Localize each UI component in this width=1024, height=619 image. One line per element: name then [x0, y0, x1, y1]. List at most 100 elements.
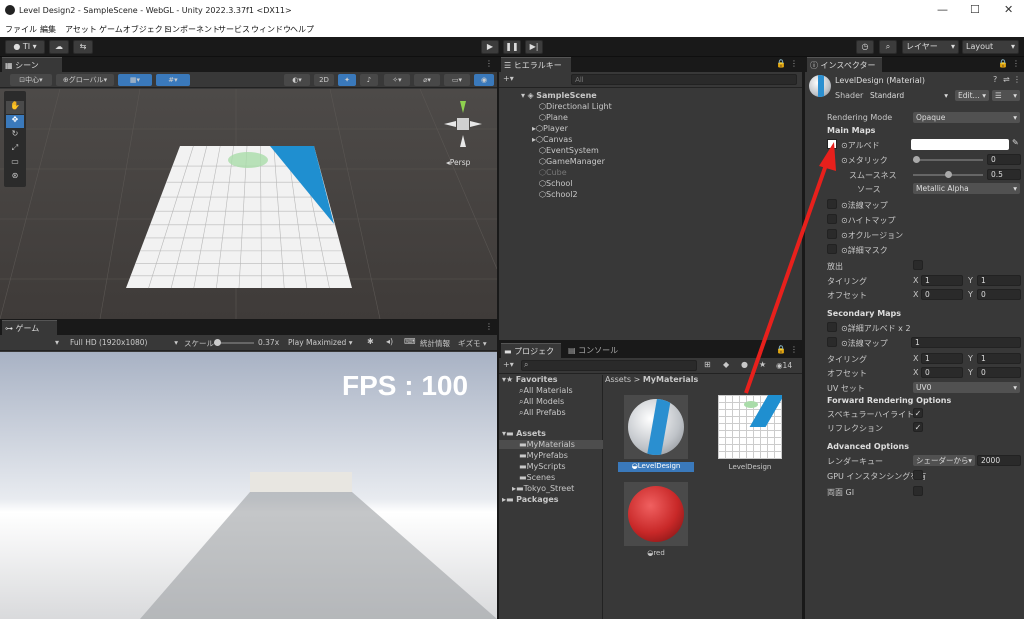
- metallic-value-field[interactable]: 0: [987, 154, 1021, 165]
- hierarchy-item-school[interactable]: ⬡School: [539, 179, 573, 188]
- render-queue-dropdown[interactable]: シェーダーから: [913, 455, 975, 466]
- hierarchy-item-plane[interactable]: ⬡Plane: [539, 113, 568, 122]
- camera-dropdown[interactable]: ▭▾: [444, 74, 470, 86]
- albedo-color-field[interactable]: [911, 139, 1009, 150]
- pivot-dropdown[interactable]: ⊡中心▾: [10, 74, 52, 86]
- menu-assets[interactable]: アセット: [65, 24, 97, 35]
- offset-x-field[interactable]: 0: [921, 289, 963, 300]
- asset-tile-texture[interactable]: LevelDesign: [713, 395, 793, 473]
- hierarchy-item-cube[interactable]: ⬡Cube: [539, 168, 567, 177]
- hierarchy-item-school2[interactable]: ⬡School2: [539, 190, 578, 199]
- create-button[interactable]: +▾: [503, 74, 514, 83]
- specular-checkbox[interactable]: ✓: [913, 408, 923, 418]
- detail-mask-slot[interactable]: [827, 244, 837, 254]
- maximize-button[interactable]: ☐: [970, 3, 980, 16]
- hierarchy-scene-row[interactable]: ▾ ◈ SampleScene: [521, 91, 597, 100]
- hierarchy-item-gamemanager[interactable]: ⬡GameManager: [539, 157, 605, 166]
- lighting-toggle[interactable]: ✦: [338, 74, 356, 86]
- lock-icon[interactable]: 🔒: [776, 345, 786, 354]
- play-button[interactable]: ▶: [481, 40, 499, 54]
- hierarchy-item-directional-light[interactable]: ⬡Directional Light: [539, 102, 612, 111]
- hand-tool-icon[interactable]: ✋: [6, 101, 24, 114]
- persp-label[interactable]: ◂Persp: [446, 158, 470, 167]
- detail-mask-label[interactable]: ⊙詳細マスク: [841, 245, 888, 256]
- warning-icon[interactable]: ●: [741, 360, 748, 369]
- menu-gameobject[interactable]: ゲームオブジェクト: [99, 24, 171, 35]
- metallic-label[interactable]: ⊙メタリック: [841, 155, 888, 166]
- project-search-input[interactable]: [521, 360, 697, 371]
- edit-shader-button[interactable]: Edit...: [955, 90, 989, 101]
- assets-header[interactable]: ▾▬ Assets: [502, 429, 546, 438]
- hierarchy-item-player[interactable]: ▸⬡Player: [532, 124, 568, 133]
- sec-tiling-y-field[interactable]: 1: [977, 353, 1021, 364]
- folder-item[interactable]: ▬Scenes: [519, 473, 555, 482]
- move-tool-icon[interactable]: ✥: [6, 115, 24, 128]
- scene-viewport[interactable]: ◂Persp: [0, 89, 497, 319]
- smoothness-label[interactable]: スムースネス: [849, 170, 897, 181]
- scale-slider-knob[interactable]: [214, 339, 221, 346]
- shortcut-icon[interactable]: ⌨: [404, 337, 416, 346]
- display-dropdown-arrow[interactable]: ▾: [55, 338, 59, 347]
- eyedropper-icon[interactable]: ✎: [1012, 138, 1019, 147]
- history-button[interactable]: ◷: [856, 40, 874, 54]
- scale-tool-icon[interactable]: ⤢: [6, 143, 24, 156]
- double-gi-checkbox[interactable]: [913, 486, 923, 496]
- pause-button[interactable]: ❚❚: [503, 40, 521, 54]
- asset-tile-material-sphere[interactable]: ◒LevelDesign: [618, 395, 699, 473]
- toggle-2d-button[interactable]: 2D: [314, 74, 334, 86]
- effects-dropdown[interactable]: ✧▾: [384, 74, 410, 86]
- minimize-button[interactable]: —: [937, 3, 948, 16]
- search-button[interactable]: ⌕: [879, 40, 897, 54]
- shader-menu-button[interactable]: ☰: [992, 90, 1020, 101]
- game-menu-icon[interactable]: ⋮: [485, 322, 493, 331]
- settings-icon[interactable]: ⇌: [1003, 75, 1010, 84]
- menu-edit[interactable]: 編集: [40, 24, 56, 35]
- reflections-checkbox[interactable]: ✓: [913, 422, 923, 432]
- sec-offset-y-field[interactable]: 0: [977, 367, 1021, 378]
- hidden-toggle[interactable]: ⌀▾: [414, 74, 440, 86]
- audio-toggle[interactable]: ♪: [360, 74, 378, 86]
- hierarchy-menu-icon[interactable]: ⋮: [790, 59, 798, 68]
- menu-window[interactable]: ウィンドウ: [251, 24, 291, 35]
- render-queue-field[interactable]: 2000: [977, 455, 1021, 466]
- scene-gizmo[interactable]: ◂Persp: [436, 99, 490, 169]
- filter-label-icon[interactable]: ◆: [723, 360, 729, 369]
- tiling-y-field[interactable]: 1: [977, 275, 1021, 286]
- packages-header[interactable]: ▸▬ Packages: [502, 495, 559, 504]
- folder-item-selected[interactable]: ▬MyMaterials: [499, 440, 603, 449]
- offset-y-field[interactable]: 0: [977, 289, 1021, 300]
- favorites-item[interactable]: ⌕All Materials: [519, 386, 573, 396]
- favorites-item[interactable]: ⌕All Prefabs: [519, 408, 566, 418]
- close-button[interactable]: ✕: [1004, 3, 1013, 16]
- stats-button[interactable]: 統計情報: [420, 338, 450, 349]
- mute-audio-icon[interactable]: ◂): [386, 337, 393, 346]
- tab-inspector[interactable]: ⓘ インスペクター: [807, 57, 882, 72]
- detail-albedo-slot[interactable]: [827, 322, 837, 332]
- transform-tool-icon[interactable]: ⊛: [6, 171, 24, 184]
- tab-game[interactable]: ⊶ ゲーム: [2, 320, 57, 335]
- play-mode-dropdown[interactable]: Play Maximized ▾: [288, 338, 352, 347]
- shader-dropdown[interactable]: Standard: [867, 90, 951, 101]
- albedo-texture-slot[interactable]: [827, 139, 837, 149]
- layers-dropdown[interactable]: レイヤー ▾: [902, 40, 959, 54]
- smoothness-slider[interactable]: [913, 171, 983, 178]
- help-icon[interactable]: ?: [993, 75, 997, 84]
- emission-checkbox[interactable]: [913, 260, 923, 270]
- normal-map-slot[interactable]: [827, 199, 837, 209]
- tab-console[interactable]: ▤ コンソール: [565, 343, 625, 358]
- favorites-item[interactable]: ⌕All Models: [519, 397, 564, 407]
- detail-albedo-label[interactable]: ⊙詳細アルベド x 2: [841, 323, 911, 334]
- project-menu-icon[interactable]: ⋮: [790, 345, 798, 354]
- folder-item[interactable]: ▸▬Tokyo_Street: [512, 484, 574, 493]
- sec-offset-x-field[interactable]: 0: [921, 367, 963, 378]
- menu-component[interactable]: コンポーネント: [164, 24, 220, 35]
- tab-scene[interactable]: ▦ シーン: [2, 57, 62, 72]
- more-icon[interactable]: ⋮: [1013, 75, 1021, 84]
- shading-dropdown[interactable]: ◐▾: [284, 74, 310, 86]
- rotate-tool-icon[interactable]: ↻: [6, 129, 24, 142]
- occlusion-label[interactable]: ⊙オクルージョン: [841, 230, 903, 241]
- gizmos-dropdown[interactable]: ◉: [474, 74, 494, 86]
- folder-item[interactable]: ▬MyScripts: [519, 462, 566, 471]
- hierarchy-item-canvas[interactable]: ▸⬡Canvas: [532, 135, 572, 144]
- resolution-dropdown[interactable]: Full HD (1920x1080) ▾: [70, 338, 178, 347]
